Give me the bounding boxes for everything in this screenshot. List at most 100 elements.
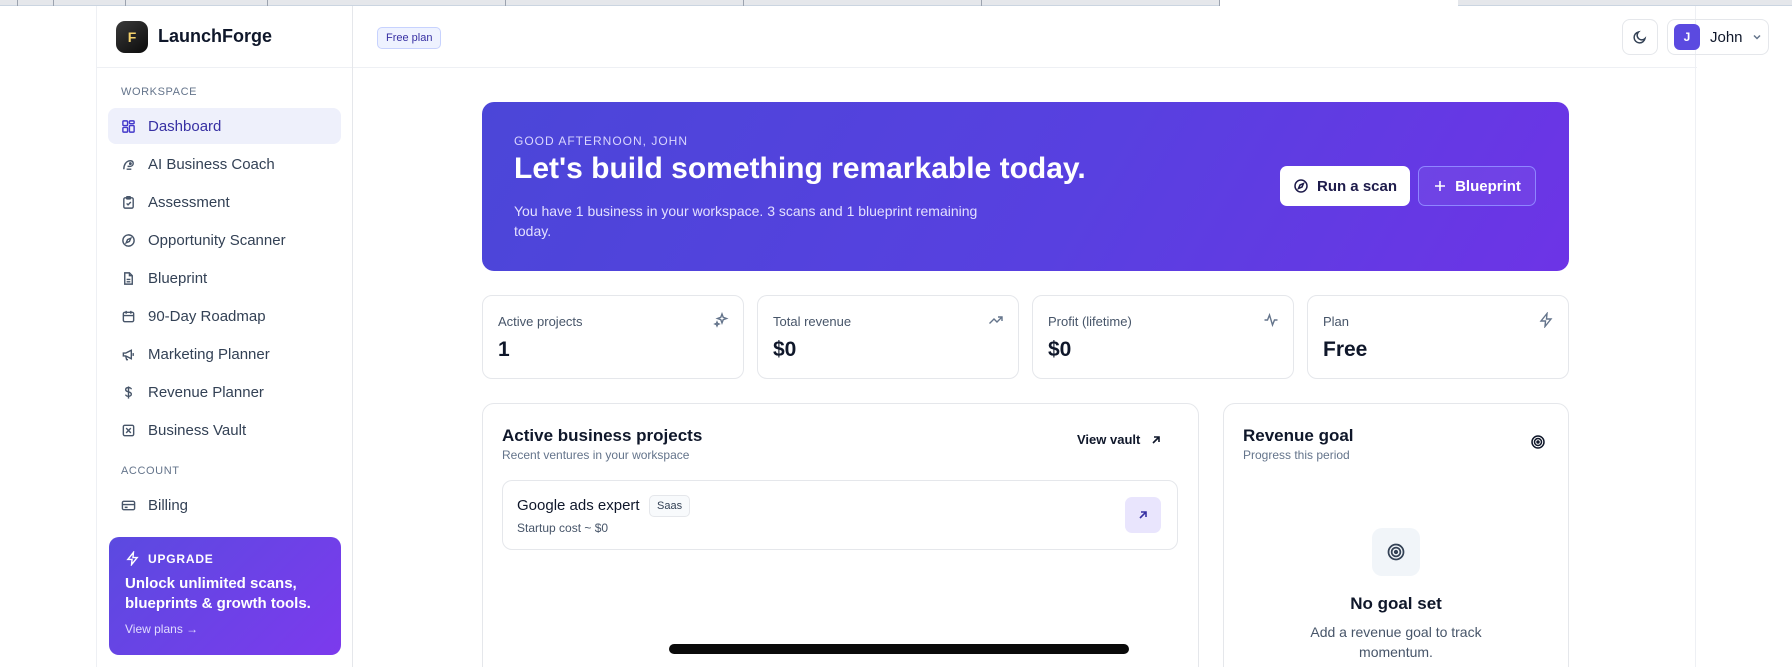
sidebar-item-business-vault[interactable]: Business Vault — [108, 412, 341, 448]
panel-subtitle: Progress this period — [1243, 448, 1350, 462]
top-header: Free plan J John — [353, 6, 1769, 68]
empty-goal-subtitle: Add a revenue goal to track momentum. — [1310, 624, 1482, 660]
sidebar-item-blueprint[interactable]: Blueprint — [108, 260, 341, 296]
section-label-account: ACCOUNT — [121, 465, 180, 477]
sidebar-item-label: Blueprint — [148, 269, 208, 287]
moon-icon — [1633, 30, 1647, 44]
view-vault-link[interactable]: View vault — [1077, 432, 1162, 447]
target-icon[interactable] — [1530, 434, 1546, 450]
sidebar-item-label: 90-Day Roadmap — [148, 307, 266, 325]
user-name: John — [1710, 28, 1743, 46]
open-project-button[interactable] — [1125, 497, 1161, 533]
stat-card-total-revenue: Total revenue $0 — [757, 295, 1019, 379]
stat-label: Total revenue — [773, 314, 852, 329]
blueprint-button[interactable]: Blueprint — [1418, 166, 1536, 206]
horizontal-scrollbar[interactable] — [669, 644, 1129, 654]
sidebar-item-dashboard[interactable]: Dashboard — [108, 108, 341, 144]
zap-icon — [126, 551, 139, 566]
brand[interactable]: F LaunchForge — [97, 6, 352, 68]
calendar-icon — [120, 308, 136, 324]
compass-icon — [120, 232, 136, 248]
hero-subtitle: You have 1 business in your workspace. 3… — [514, 203, 978, 239]
sidebar-item-90-day-roadmap[interactable]: 90-Day Roadmap — [108, 298, 341, 334]
sidebar-item-opportunity-scanner[interactable]: Opportunity Scanner — [108, 222, 341, 258]
plan-badge: Free plan — [377, 27, 442, 49]
chevron-down-icon — [1753, 34, 1761, 40]
sidebar: F LaunchForge WORKSPACE Dashboard AI Bus… — [97, 6, 353, 667]
stat-value: Free — [1323, 338, 1368, 361]
stat-card-active-projects: Active projects 1 — [482, 295, 744, 379]
active-projects-panel: Active business projects Recent ventures… — [482, 403, 1199, 667]
sidebar-item-label: Opportunity Scanner — [148, 231, 286, 249]
browser-tab[interactable] — [18, 0, 54, 6]
sidebar-item-assessment[interactable]: Assessment — [108, 184, 341, 220]
app-window: F LaunchForge WORKSPACE Dashboard AI Bus… — [96, 6, 1769, 667]
activity-icon — [1264, 312, 1278, 328]
document-icon — [120, 270, 136, 286]
target-icon — [1387, 543, 1405, 561]
run-scan-button[interactable]: Run a scan — [1280, 166, 1410, 206]
panel-title: Revenue goal — [1243, 426, 1354, 445]
credit-card-icon — [120, 497, 136, 513]
compass-icon — [1294, 179, 1308, 193]
hero-title: Let's build something remarkable today. — [514, 152, 1086, 185]
sidebar-account-nav: Billing — [97, 487, 352, 523]
stat-card-profit: Profit (lifetime) $0 — [1032, 295, 1294, 379]
stat-card-plan: Plan Free — [1307, 295, 1569, 379]
megaphone-icon — [120, 346, 136, 362]
stat-label: Active projects — [498, 314, 583, 329]
stat-value: 1 — [498, 338, 510, 361]
user-menu-button[interactable]: J John — [1667, 19, 1769, 55]
sidebar-item-label: Revenue Planner — [148, 383, 264, 401]
greeting-eyebrow: GOOD AFTERNOON, JOHN — [514, 134, 689, 148]
stat-value: $0 — [1048, 338, 1072, 361]
dollar-icon — [120, 384, 136, 400]
project-name: Google ads expert — [517, 497, 640, 514]
sidebar-item-billing[interactable]: Billing — [108, 487, 341, 523]
view-plans-link[interactable]: View plans → — [125, 622, 325, 636]
plus-icon — [1435, 181, 1446, 191]
panel-title: Active business projects — [502, 426, 703, 445]
sidebar-item-label: Dashboard — [148, 117, 222, 135]
stat-value: $0 — [773, 338, 797, 361]
zap-icon — [1539, 312, 1553, 328]
upgrade-heading: UPGRADE — [125, 551, 325, 566]
sparkles-icon — [713, 312, 729, 328]
empty-goal-icon — [1372, 528, 1420, 576]
welcome-hero: GOOD AFTERNOON, JOHN Let's build somethi… — [482, 102, 1569, 271]
project-tag: Saas — [649, 495, 691, 517]
brand-name: LaunchForge — [158, 26, 273, 46]
project-startup-cost: Startup cost ~ $0 — [517, 521, 609, 535]
upgrade-heading-text: UPGRADE — [148, 551, 214, 566]
revenue-goal-panel: Revenue goal Progress this period No goa… — [1223, 403, 1569, 667]
sidebar-item-ai-business-coach[interactable]: AI Business Coach — [108, 146, 341, 182]
empty-goal-title: No goal set — [1350, 594, 1442, 613]
sidebar-nav: Dashboard AI Business Coach Assessment O… — [97, 108, 352, 448]
sidebar-item-label: Billing — [148, 496, 189, 514]
sidebar-item-label: Assessment — [148, 193, 230, 211]
clipboard-icon — [120, 194, 136, 210]
stat-label: Profit (lifetime) — [1048, 314, 1132, 329]
browser-tab[interactable] — [0, 0, 18, 6]
sidebar-item-revenue-planner[interactable]: Revenue Planner — [108, 374, 341, 410]
stat-label: Plan — [1323, 314, 1350, 329]
sidebar-item-label: Marketing Planner — [148, 345, 270, 363]
section-label-workspace: WORKSPACE — [121, 86, 198, 98]
trending-up-icon — [989, 316, 1003, 324]
sidebar-item-marketing-planner[interactable]: Marketing Planner — [108, 336, 341, 372]
brand-logo: F — [116, 20, 148, 53]
upgrade-card: UPGRADE Unlock unlimited scans, blueprin… — [109, 537, 341, 655]
upgrade-text: Unlock unlimited scans, blueprints & gro… — [125, 575, 311, 612]
theme-toggle-button[interactable] — [1622, 19, 1658, 55]
arrow-up-right-icon — [1152, 435, 1161, 444]
run-scan-label: Run a scan — [1316, 177, 1398, 195]
grid-icon — [120, 118, 136, 134]
arrow-up-right-icon — [1139, 511, 1147, 519]
sidebar-item-label: Business Vault — [148, 421, 247, 439]
blueprint-button-label: Blueprint — [1455, 177, 1521, 195]
project-card[interactable]: Google ads expert Saas Startup cost ~ $0 — [502, 480, 1178, 550]
sidebar-item-label: AI Business Coach — [148, 155, 275, 173]
panel-subtitle: Recent ventures in your workspace — [502, 448, 690, 462]
vault-icon — [120, 422, 136, 438]
coach-icon — [120, 156, 136, 172]
